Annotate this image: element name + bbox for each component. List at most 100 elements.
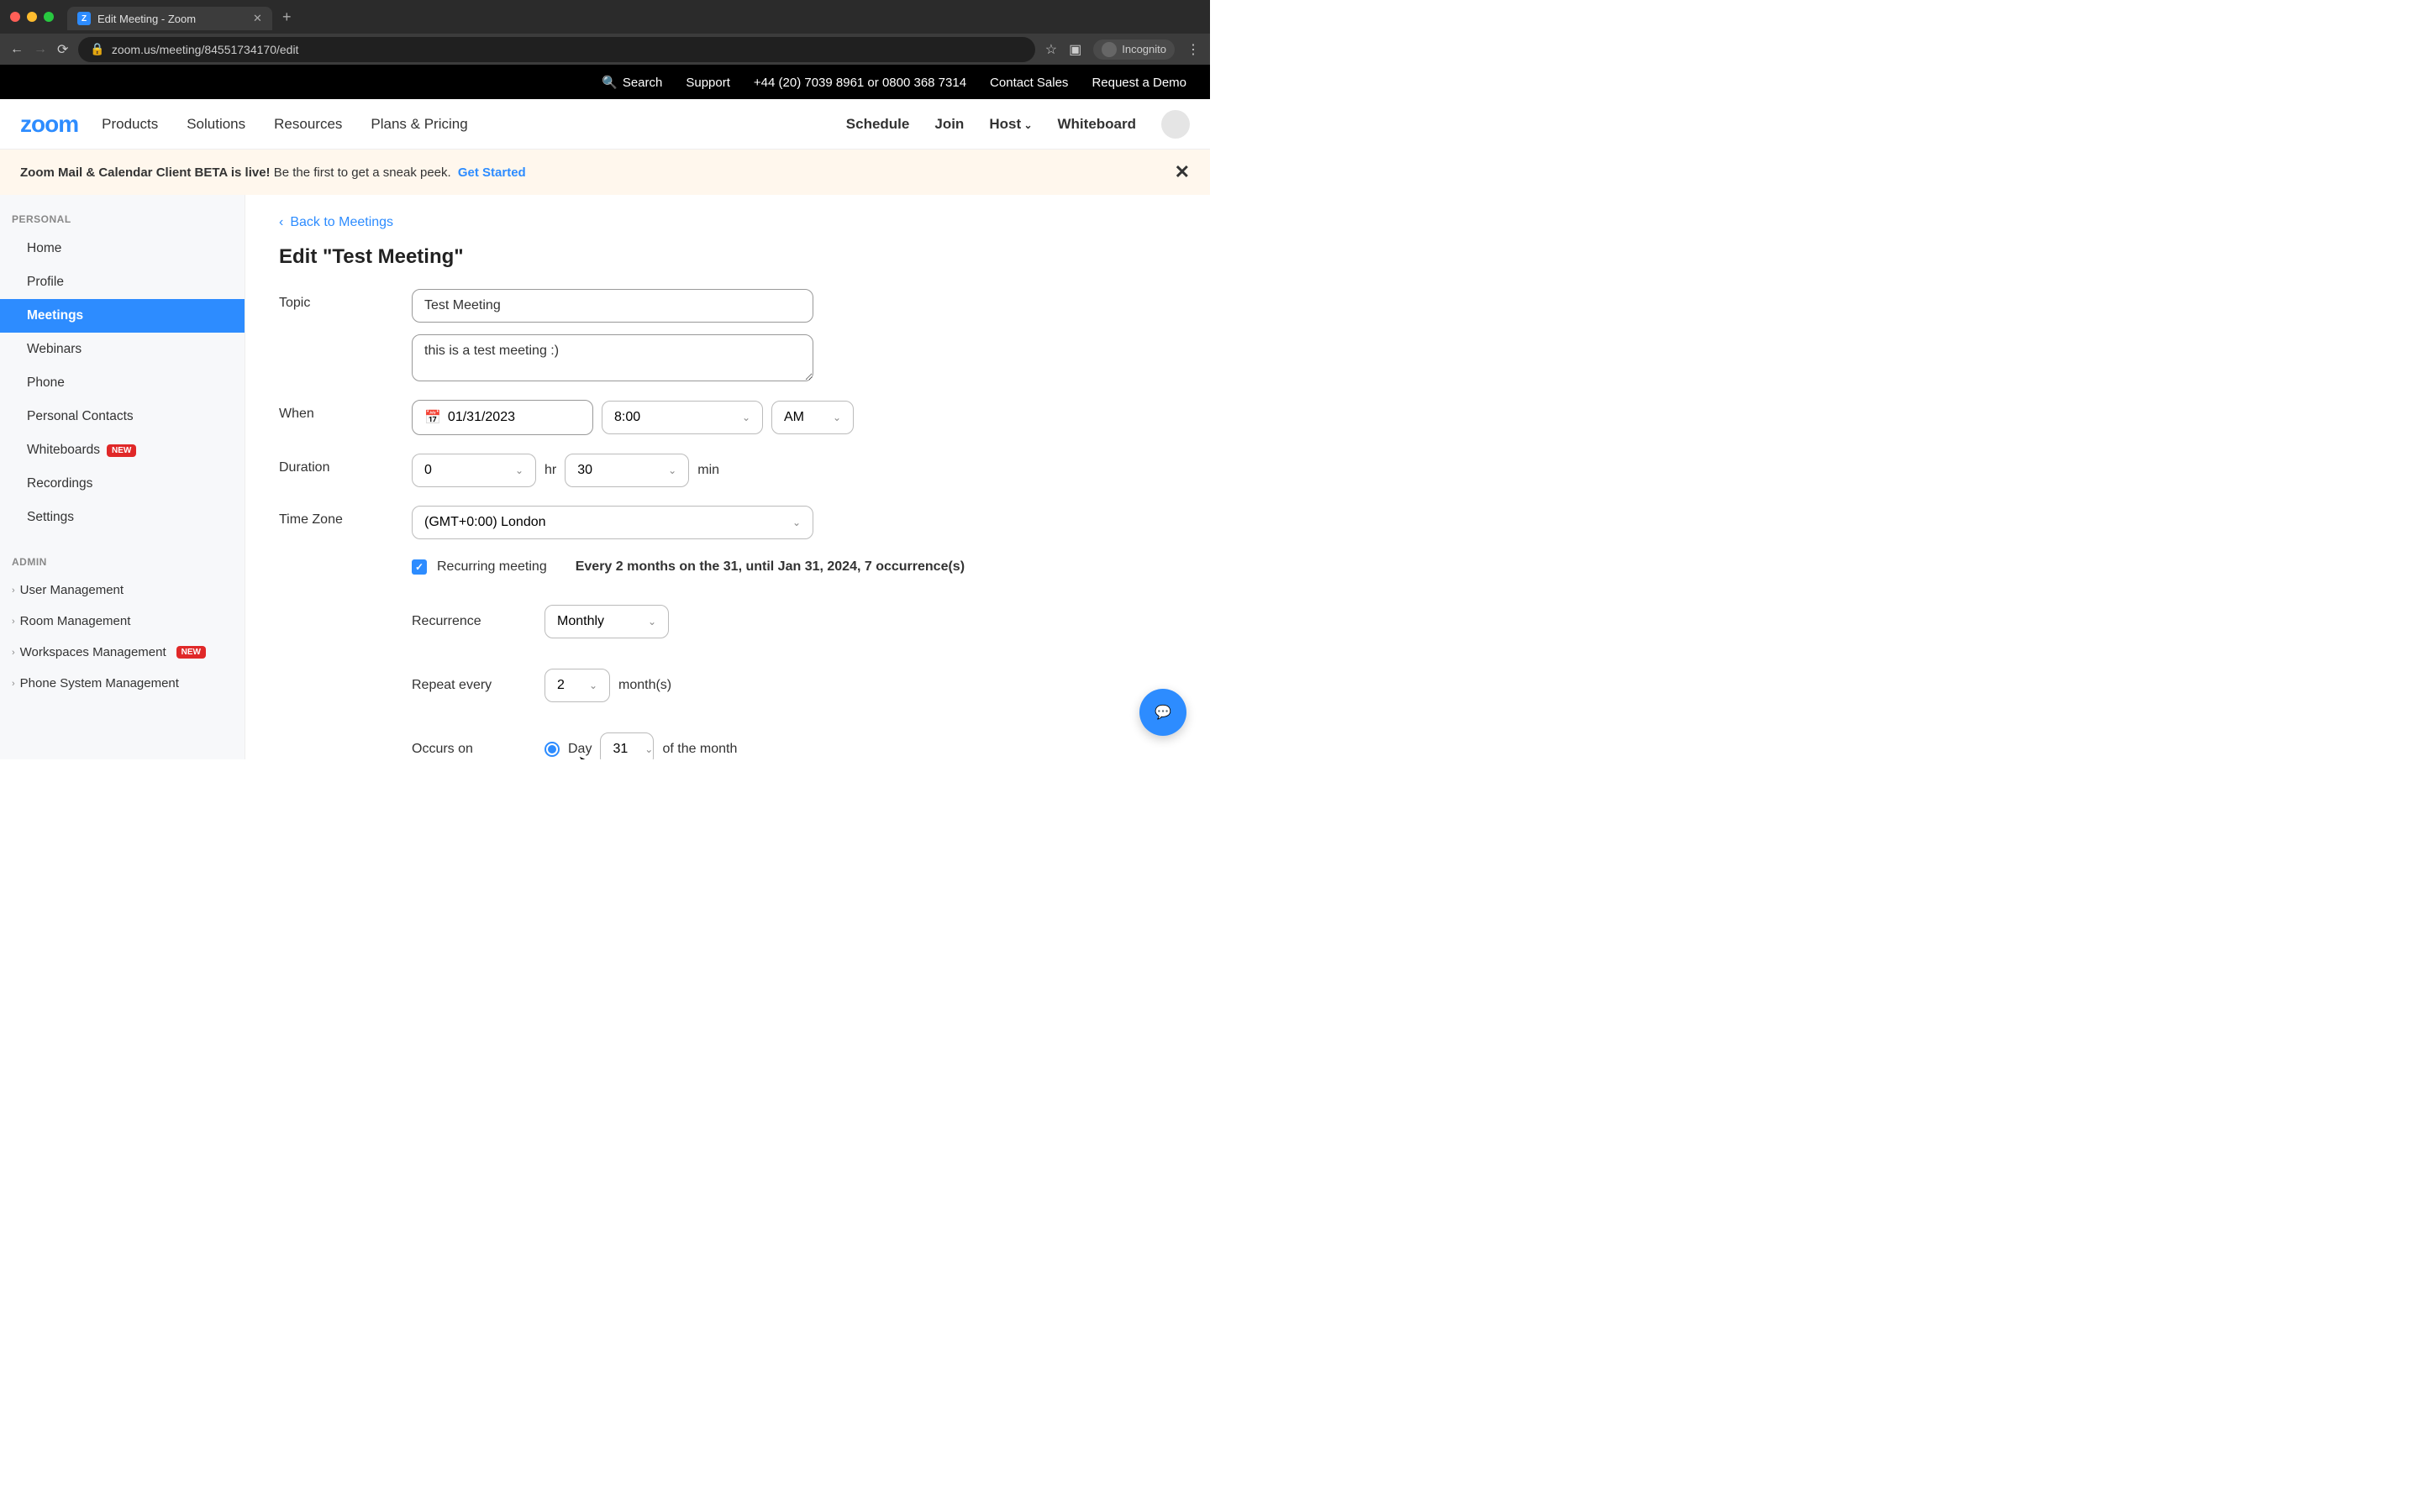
- recurring-checkbox-label: Recurring meeting: [437, 559, 547, 575]
- description-textarea[interactable]: this is a test meeting :): [412, 334, 813, 381]
- admin-workspaces-management[interactable]: ›Workspaces ManagementNEW: [0, 637, 245, 668]
- contact-sales-link[interactable]: Contact Sales: [990, 76, 1068, 90]
- chevron-right-icon: ›: [12, 585, 15, 596]
- zoom-favicon: Z: [77, 12, 91, 25]
- incognito-icon: [1102, 42, 1117, 57]
- lock-icon: 🔒: [90, 42, 104, 56]
- chat-icon: 💬: [1155, 704, 1171, 721]
- topic-input[interactable]: [412, 289, 813, 323]
- nav-solutions[interactable]: Solutions: [187, 116, 245, 133]
- occurs-on-label: Occurs on: [412, 742, 544, 757]
- nav-products[interactable]: Products: [102, 116, 158, 133]
- banner-link[interactable]: Get Started: [458, 165, 526, 180]
- incognito-label: Incognito: [1122, 43, 1166, 55]
- timezone-select[interactable]: (GMT+0:00) London ⌄: [412, 506, 813, 539]
- address-bar[interactable]: 🔒 zoom.us/meeting/84551734170/edit: [78, 37, 1034, 62]
- sidebar-section-admin: ADMIN: [0, 549, 245, 575]
- duration-minutes-select[interactable]: 30 ⌄: [565, 454, 689, 487]
- nav-plans[interactable]: Plans & Pricing: [371, 116, 467, 133]
- new-badge: NEW: [176, 646, 206, 659]
- forward-button[interactable]: →: [34, 42, 47, 57]
- ampm-select[interactable]: AM ⌄: [771, 401, 854, 434]
- timezone-label: Time Zone: [279, 506, 412, 528]
- support-link[interactable]: Support: [686, 76, 730, 90]
- phone-number[interactable]: +44 (20) 7039 8961 or 0800 368 7314: [754, 76, 966, 90]
- utility-nav: 🔍 Search Support +44 (20) 7039 8961 or 0…: [0, 66, 1210, 99]
- sidebar-item-contacts[interactable]: Personal Contacts: [0, 400, 245, 433]
- date-input[interactable]: 📅 01/31/2023: [412, 400, 593, 435]
- sidebar-item-profile[interactable]: Profile: [0, 265, 245, 299]
- extension-icon[interactable]: ▣: [1069, 41, 1081, 58]
- occurs-day-label: Day: [568, 742, 592, 757]
- chevron-right-icon: ›: [12, 648, 15, 658]
- announcement-banner: Zoom Mail & Calendar Client BETA is live…: [0, 150, 1210, 195]
- nav-schedule[interactable]: Schedule: [846, 116, 910, 133]
- reload-button[interactable]: ⟳: [57, 41, 68, 58]
- back-button[interactable]: ←: [10, 42, 24, 57]
- tab-title: Edit Meeting - Zoom: [97, 13, 196, 25]
- main-panel: ‹ Back to Meetings Edit "Test Meeting" T…: [245, 195, 1210, 759]
- browser-toolbar: ← → ⟳ 🔒 zoom.us/meeting/84551734170/edit…: [0, 34, 1210, 66]
- duration-hours-select[interactable]: 0 ⌄: [412, 454, 536, 487]
- close-window-button[interactable]: [10, 12, 20, 22]
- sidebar-item-settings[interactable]: Settings: [0, 501, 245, 534]
- recurrence-summary: Every 2 months on the 31, until Jan 31, …: [576, 559, 965, 575]
- sidebar-item-home[interactable]: Home: [0, 232, 245, 265]
- main-nav: zoom Products Solutions Resources Plans …: [0, 99, 1210, 150]
- nav-join[interactable]: Join: [934, 116, 964, 133]
- chevron-down-icon: ⌄: [589, 680, 597, 691]
- sidebar-item-webinars[interactable]: Webinars: [0, 333, 245, 366]
- chevron-down-icon: ⌄: [515, 465, 523, 476]
- sidebar: PERSONAL Home Profile Meetings Webinars …: [0, 195, 245, 759]
- sidebar-item-whiteboards[interactable]: WhiteboardsNEW: [0, 433, 245, 467]
- kebab-menu-icon[interactable]: ⋮: [1186, 41, 1200, 58]
- star-icon[interactable]: ☆: [1045, 41, 1057, 58]
- sidebar-item-phone[interactable]: Phone: [0, 366, 245, 400]
- banner-bold: Zoom Mail & Calendar Client BETA is live…: [20, 165, 271, 180]
- admin-user-management[interactable]: ›User Management: [0, 575, 245, 606]
- recurrence-select[interactable]: Monthly ⌄: [544, 605, 669, 638]
- chevron-down-icon: ⌄: [648, 616, 656, 627]
- repeat-every-select[interactable]: 2 ⌄: [544, 669, 610, 702]
- help-chat-button[interactable]: 💬: [1139, 689, 1186, 736]
- browser-tab[interactable]: Z Edit Meeting - Zoom ✕: [67, 7, 272, 30]
- when-label: When: [279, 400, 412, 422]
- recurring-checkbox[interactable]: ✓: [412, 559, 427, 575]
- nav-resources[interactable]: Resources: [274, 116, 342, 133]
- chevron-right-icon: ›: [12, 617, 15, 627]
- new-tab-button[interactable]: +: [282, 8, 292, 26]
- admin-room-management[interactable]: ›Room Management: [0, 606, 245, 637]
- request-demo-link[interactable]: Request a Demo: [1092, 76, 1186, 90]
- zoom-logo[interactable]: zoom: [20, 111, 78, 138]
- chevron-left-icon: ‹: [279, 215, 283, 230]
- maximize-window-button[interactable]: [44, 12, 54, 22]
- banner-close-icon[interactable]: ✕: [1175, 161, 1190, 183]
- close-tab-icon[interactable]: ✕: [253, 12, 262, 25]
- browser-tab-strip: Z Edit Meeting - Zoom ✕ +: [0, 0, 1210, 34]
- incognito-badge[interactable]: Incognito: [1093, 39, 1175, 60]
- sidebar-item-meetings[interactable]: Meetings: [0, 299, 245, 333]
- nav-host[interactable]: Host: [989, 116, 1032, 133]
- sidebar-item-recordings[interactable]: Recordings: [0, 467, 245, 501]
- minutes-unit: min: [697, 463, 719, 478]
- minimize-window-button[interactable]: [27, 12, 37, 22]
- time-select[interactable]: 8:00 ⌄: [602, 401, 763, 434]
- user-avatar[interactable]: [1161, 110, 1190, 139]
- chevron-down-icon: ⌄: [644, 743, 653, 755]
- occurs-day-select[interactable]: 31 ⌄: [600, 732, 654, 759]
- recurrence-label: Recurrence: [412, 614, 544, 629]
- repeat-unit: month(s): [618, 678, 671, 693]
- window-controls: [10, 12, 54, 22]
- search-link[interactable]: 🔍 Search: [602, 75, 662, 90]
- url-text: zoom.us/meeting/84551734170/edit: [112, 43, 299, 56]
- admin-phone-system-management[interactable]: ›Phone System Management: [0, 668, 245, 699]
- duration-label: Duration: [279, 454, 412, 475]
- back-to-meetings-link[interactable]: ‹ Back to Meetings: [279, 215, 1176, 230]
- occurs-day-radio[interactable]: [544, 742, 560, 757]
- nav-whiteboard[interactable]: Whiteboard: [1058, 116, 1137, 133]
- sidebar-section-personal: PERSONAL: [0, 207, 245, 232]
- chevron-down-icon: ⌄: [742, 412, 750, 423]
- calendar-icon: 📅: [424, 409, 441, 426]
- occurs-suffix: of the month: [662, 742, 737, 757]
- page-title: Edit "Test Meeting": [279, 245, 1176, 269]
